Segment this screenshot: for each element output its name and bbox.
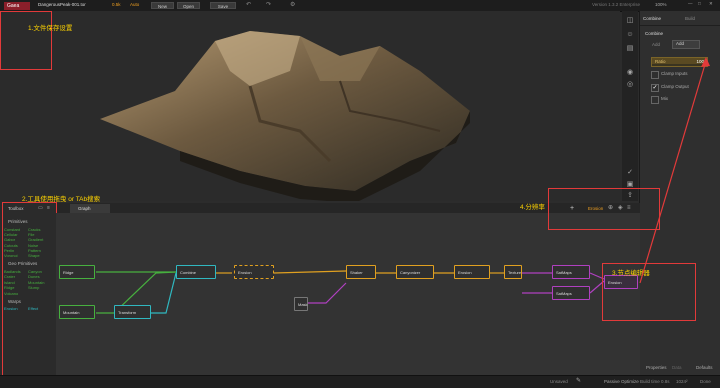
properties-tab-build[interactable]: Build: [685, 16, 695, 22]
tab-graph-label: Graph: [78, 206, 91, 211]
annotation-save-settings: 1.文件保存设置: [28, 25, 73, 32]
node-graph-canvas[interactable]: Ridge Combine Erosion Shaker Canyonizer …: [56, 213, 640, 375]
status-unsaved: Unsaved: [550, 379, 568, 384]
tab-graph[interactable]: Graph: [70, 204, 110, 213]
person-icon[interactable]: ☺: [625, 30, 635, 39]
annotation-box-toolbox: [2, 202, 57, 378]
properties-tab-combine[interactable]: Combine: [643, 16, 661, 22]
annotation-box-save: [0, 11, 52, 70]
resolution-value[interactable]: 0.5k: [112, 2, 121, 8]
node-satmaps-2[interactable]: SatMaps: [552, 286, 590, 300]
status-optimize[interactable]: Passive Optimize: [604, 379, 639, 385]
status-done: Done: [700, 379, 711, 384]
minimize-icon[interactable]: —: [688, 1, 693, 7]
node-satmaps-1[interactable]: SatMaps: [552, 265, 590, 279]
version-label: Version 1.3.2 Enterprise: [592, 2, 641, 7]
node-transform[interactable]: Transform: [114, 305, 151, 319]
annotation-toolbox-tip: 2.工具使用拖曳 or TAb搜索: [22, 196, 101, 203]
section-title: Combine: [645, 31, 664, 36]
annotation-resolution: 4.分辨率: [520, 204, 545, 211]
redo-icon[interactable]: ↷: [266, 2, 271, 8]
settings-icon[interactable]: ⚙: [290, 2, 295, 8]
save-button[interactable]: Save: [210, 2, 236, 9]
node-erosion-2[interactable]: Erosion: [454, 265, 490, 279]
logo-text: Gaea: [7, 3, 20, 9]
zoom-level[interactable]: 100%: [655, 2, 667, 8]
close-icon[interactable]: ✕: [709, 1, 713, 7]
status-resolution: 1024²: [676, 379, 688, 384]
footer-tab-data[interactable]: Data: [672, 365, 682, 371]
pen-icon[interactable]: ✎: [576, 378, 581, 384]
footer-tab-properties[interactable]: Properties: [646, 365, 667, 371]
node-combine[interactable]: Combine: [176, 265, 216, 279]
terrain-viewport[interactable]: [0, 11, 620, 203]
camera-icon[interactable]: ◫: [625, 16, 635, 25]
terrain-render: [100, 31, 470, 203]
app-logo-menu[interactable]: Gaea: [4, 2, 30, 10]
node-canyonizer[interactable]: Canyonizer: [396, 265, 434, 279]
resolution-mode[interactable]: Auto: [130, 2, 139, 8]
node-shaker[interactable]: Shaker: [346, 265, 376, 279]
divider: [640, 25, 720, 26]
node-mask[interactable]: Mask: [294, 297, 308, 311]
status-build-time: Build time 0.8s: [640, 379, 670, 384]
undo-icon[interactable]: ↶: [246, 2, 251, 8]
layers-icon[interactable]: ▤: [625, 44, 635, 53]
mode-select[interactable]: Add: [672, 40, 700, 49]
new-button[interactable]: New: [151, 2, 174, 9]
node-mountain[interactable]: Mountain: [59, 305, 95, 319]
node-erosion-1[interactable]: Erosion: [234, 265, 274, 279]
maximize-icon[interactable]: □: [698, 1, 701, 7]
file-name: DangerousPeak-001.tor: [38, 2, 86, 7]
annotation-arrow: [639, 57, 710, 284]
footer-tab-defaults[interactable]: Defaults: [696, 365, 713, 371]
node-texture[interactable]: Texture: [504, 265, 522, 279]
mode-label: Add: [652, 42, 661, 47]
mode-select-value: Add: [676, 41, 685, 46]
open-button[interactable]: Open: [177, 2, 200, 9]
node-ridge[interactable]: Ridge: [59, 265, 95, 279]
